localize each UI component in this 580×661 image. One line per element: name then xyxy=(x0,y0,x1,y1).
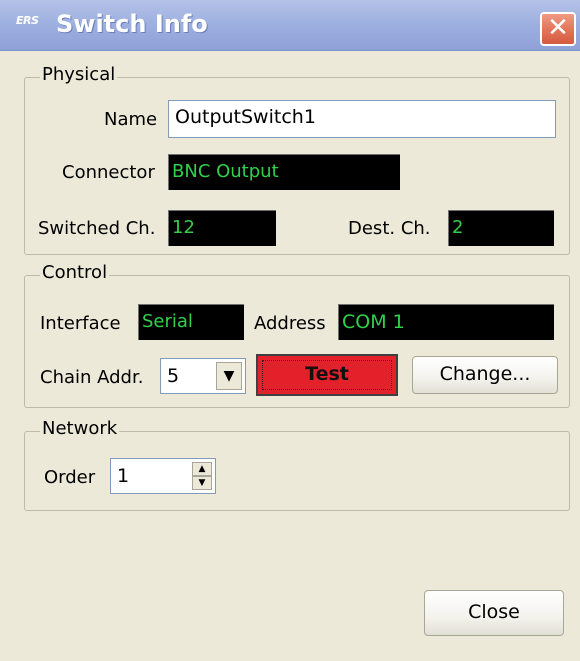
dest-ch-label: Dest. Ch. xyxy=(348,218,431,239)
chain-addr-select[interactable]: 5 ▼ xyxy=(160,358,246,394)
chevron-down-icon[interactable]: ▼ xyxy=(216,362,242,390)
order-value: 1 xyxy=(117,465,130,487)
physical-group-legend: Physical xyxy=(40,64,118,85)
chain-addr-value: 5 xyxy=(167,365,180,387)
connector-label: Connector xyxy=(62,162,155,183)
order-stepper-buttons[interactable]: ▲ ▼ xyxy=(192,462,212,490)
interface-readout: Serial xyxy=(138,304,244,340)
close-window-button[interactable]: ✕ xyxy=(540,12,576,46)
close-icon: ✕ xyxy=(547,13,569,43)
order-stepper[interactable]: 1 ▲ ▼ xyxy=(110,458,216,494)
test-button-label: Test xyxy=(262,360,392,390)
network-group-legend: Network xyxy=(40,418,120,439)
chain-addr-label: Chain Addr. xyxy=(40,367,144,388)
switch-info-dialog: ERS Switch Info ✕ Physical Name OutputSw… xyxy=(0,0,580,661)
connector-readout: BNC Output xyxy=(168,154,400,190)
address-readout: COM 1 xyxy=(338,304,554,340)
close-button[interactable]: Close xyxy=(424,590,564,636)
triangle-down-icon[interactable]: ▼ xyxy=(192,476,212,490)
dest-ch-readout: 2 xyxy=(448,210,554,246)
control-group-legend: Control xyxy=(40,262,110,283)
window-title: Switch Info xyxy=(56,10,208,38)
change-button[interactable]: Change... xyxy=(412,356,558,394)
address-label: Address xyxy=(254,313,326,334)
app-logo-icon: ERS xyxy=(16,14,39,27)
network-group xyxy=(24,431,570,511)
switched-ch-readout: 12 xyxy=(168,210,276,246)
switched-ch-label: Switched Ch. xyxy=(38,218,156,239)
order-label: Order xyxy=(44,467,96,488)
interface-label: Interface xyxy=(40,313,121,334)
name-label: Name xyxy=(104,109,158,130)
name-field[interactable]: OutputSwitch1 xyxy=(168,100,556,138)
title-bar[interactable]: ERS Switch Info ✕ xyxy=(0,0,580,51)
test-button[interactable]: Test xyxy=(256,354,398,396)
triangle-up-icon[interactable]: ▲ xyxy=(192,462,212,476)
